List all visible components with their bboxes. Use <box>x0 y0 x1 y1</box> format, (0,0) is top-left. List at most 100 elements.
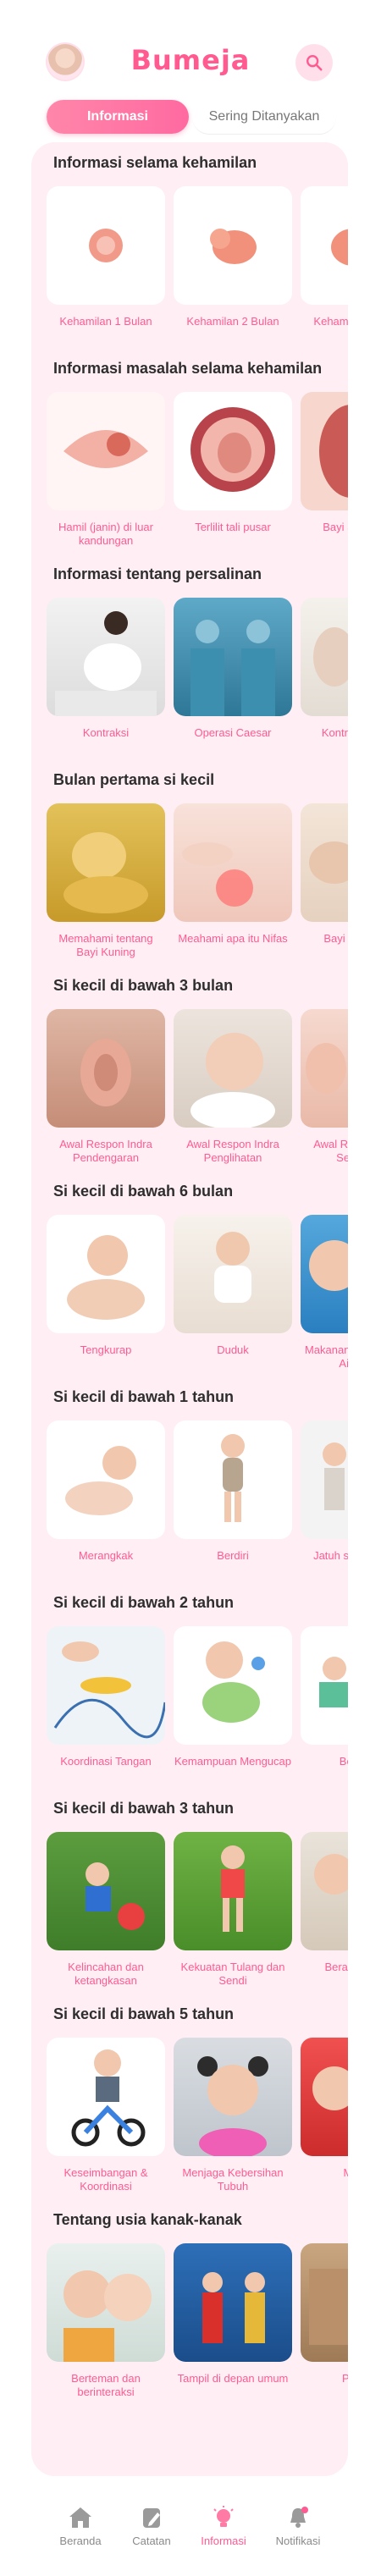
nav-label: Informasi <box>201 2535 246 2547</box>
card-caption: Kehamilan 1 Bulan <box>59 315 152 328</box>
card-caption: Kehamilan 2 Bulan <box>186 315 279 328</box>
info-card[interactable]: Makan <box>301 2038 348 2180</box>
info-card[interactable]: Kehamilan 3 Bulan <box>301 186 348 328</box>
nav-informasi[interactable]: Informasi <box>185 2506 262 2547</box>
info-card[interactable]: Merangkak <box>47 1420 165 1563</box>
section-title: Informasi selama kehamilan <box>53 154 257 171</box>
nav-beranda[interactable]: Beranda <box>42 2506 119 2547</box>
info-card[interactable]: Kekuatan Tulang dan Sendi <box>174 1832 292 1988</box>
info-card[interactable]: Memahami tentang Bayi Kuning <box>47 803 165 959</box>
info-card[interactable]: Kontraksi <box>47 598 165 740</box>
card-caption: Jatuh saat berjalan <box>313 1549 348 1562</box>
card-image <box>174 1009 292 1128</box>
card-image <box>47 186 165 305</box>
info-card[interactable]: Kontraksi Palsu <box>301 598 348 740</box>
card-image <box>301 1215 348 1333</box>
info-card[interactable]: Duduk <box>174 1215 292 1357</box>
nav-catatan[interactable]: Catatan <box>113 2506 190 2547</box>
card-caption: Menjaga Kebersihan Tubuh <box>182 2166 284 2193</box>
info-card[interactable]: Koordinasi Tangan <box>47 1626 165 1768</box>
card-caption: Awal Respon Indra Pendengaran <box>59 1138 152 1164</box>
card-image <box>47 1420 165 1539</box>
info-card[interactable]: Bermain <box>301 1626 348 1768</box>
card-image <box>174 392 292 510</box>
info-card[interactable]: Awal Respon Indra Pendengaran <box>47 1009 165 1165</box>
info-card[interactable]: Berani dan Ha <box>301 1832 348 1974</box>
card-image <box>174 2243 292 2362</box>
card-row: Hamil (janin) di luar kandungan Terlilit… <box>47 392 348 553</box>
section-persalinan: Informasi tentang persalinan Kontraksi O… <box>31 554 348 765</box>
card-image <box>47 1009 165 1128</box>
card-row: Kelincahan dan ketangkasan Kekuatan Tula… <box>47 1832 348 1993</box>
section-1-tahun: Si kecil di bawah 1 tahun Merangkak Berd… <box>31 1376 348 1588</box>
info-card[interactable]: Tengkurap <box>47 1215 165 1357</box>
info-card[interactable]: Awal Respon Indra Sentuhan <box>301 1009 348 1165</box>
card-image <box>301 803 348 922</box>
card-caption: Kehamilan 3 Bulan <box>313 315 348 328</box>
section-title: Si kecil di bawah 3 tahun <box>53 1800 235 1817</box>
card-caption: Terlilit tali pusar <box>195 521 271 533</box>
info-card[interactable]: Terlilit tali pusar <box>174 392 292 534</box>
info-card[interactable]: Hamil (janin) di luar kandungan <box>47 392 165 548</box>
info-card[interactable]: Berteman dan berinteraksi <box>47 2243 165 2399</box>
info-card[interactable]: Kelincahan dan ketangkasan <box>47 1832 165 1988</box>
section-title: Si kecil di bawah 2 tahun <box>53 1594 235 1611</box>
info-card[interactable]: Bayi menangis <box>301 803 348 946</box>
home-icon <box>69 2507 91 2528</box>
info-card[interactable]: Kehamilan 2 Bulan <box>174 186 292 328</box>
info-card[interactable]: Bayi Sungsang <box>301 392 348 534</box>
info-card[interactable]: Kemampuan Mengucap <box>174 1626 292 1768</box>
search-button[interactable] <box>295 44 333 81</box>
section-kehamilan: Informasi selama kehamilan Kehamilan 1 B… <box>31 142 348 354</box>
card-caption: Hamil (janin) di luar kandungan <box>58 521 153 547</box>
card-caption: Kekuatan Tulang dan Sendi <box>180 1961 285 1987</box>
card-image <box>47 598 165 716</box>
info-card[interactable]: Jatuh saat berjalan <box>301 1420 348 1563</box>
info-card[interactable]: Keseimbangan & Koordinasi <box>47 2038 165 2193</box>
card-caption: Makan <box>343 2166 348 2179</box>
card-caption: Operasi Caesar <box>194 726 272 739</box>
card-image <box>301 1420 348 1539</box>
section-title: Si kecil di bawah 3 bulan <box>53 977 234 994</box>
info-card[interactable]: Meahami apa itu Nifas <box>174 803 292 946</box>
section-title: Tentang usia kanak-kanak <box>53 2211 242 2228</box>
tab-sering-ditanyakan[interactable]: Sering Ditanyakan <box>192 100 336 135</box>
card-image <box>301 1009 348 1128</box>
card-caption: Keseimbangan & Koordinasi <box>64 2166 148 2193</box>
info-card[interactable]: Pem re <box>301 2243 348 2386</box>
info-card[interactable]: Awal Respon Indra Penglihatan <box>174 1009 292 1165</box>
card-caption: Kontraksi <box>82 726 130 739</box>
bell-icon <box>290 2507 308 2528</box>
card-caption: Duduk <box>217 1343 249 1356</box>
search-icon <box>306 55 323 71</box>
card-caption: Bayi Sungsang <box>323 521 348 533</box>
info-card[interactable]: Makanan Pendamping Air Susu <box>301 1215 348 1371</box>
info-card[interactable]: Menjaga Kebersihan Tubuh <box>174 2038 292 2193</box>
info-panel: Informasi selama kehamilan Kehamilan 1 B… <box>31 142 348 2476</box>
card-caption: Awal Respon Indra Penglihatan <box>186 1138 279 1164</box>
info-card[interactable]: Tampil di depan umum <box>174 2243 292 2386</box>
card-image <box>174 1626 292 1745</box>
info-card[interactable]: Operasi Caesar <box>174 598 292 740</box>
card-caption: Kontraksi Palsu <box>321 726 348 739</box>
nav-label: Catatan <box>132 2535 171 2547</box>
nav-label: Notifikasi <box>275 2535 321 2547</box>
card-row: Tengkurap Duduk Makanan Pendamping Air S… <box>47 1215 348 1376</box>
section-kanak-kanak: Tentang usia kanak-kanak Berteman dan be… <box>31 2199 348 2411</box>
info-card[interactable]: Kehamilan 1 Bulan <box>47 186 165 328</box>
nav-notifikasi[interactable]: Notifikasi <box>260 2506 336 2547</box>
card-caption: Awal Respon Indra Sentuhan <box>313 1138 348 1164</box>
card-image <box>47 803 165 922</box>
bottom-nav: Beranda Catatan Informasi Notifikasi <box>0 2487 381 2576</box>
tab-bar: Informasi Sering Ditanyakan <box>47 100 336 135</box>
card-caption: Meahami apa itu Nifas <box>178 932 288 945</box>
card-image <box>47 1832 165 1950</box>
card-image <box>174 1832 292 1950</box>
section-title: Bulan pertama si kecil <box>53 771 215 788</box>
tab-informasi[interactable]: Informasi <box>47 100 189 134</box>
card-caption: Berdiri <box>217 1549 249 1562</box>
card-caption: Koordinasi Tangan <box>60 1755 152 1768</box>
card-caption: Kelincahan dan ketangkasan <box>68 1961 144 1987</box>
section-5-tahun: Si kecil di bawah 5 tahun Keseimbangan &… <box>31 1994 348 2205</box>
info-card[interactable]: Berdiri <box>174 1420 292 1563</box>
